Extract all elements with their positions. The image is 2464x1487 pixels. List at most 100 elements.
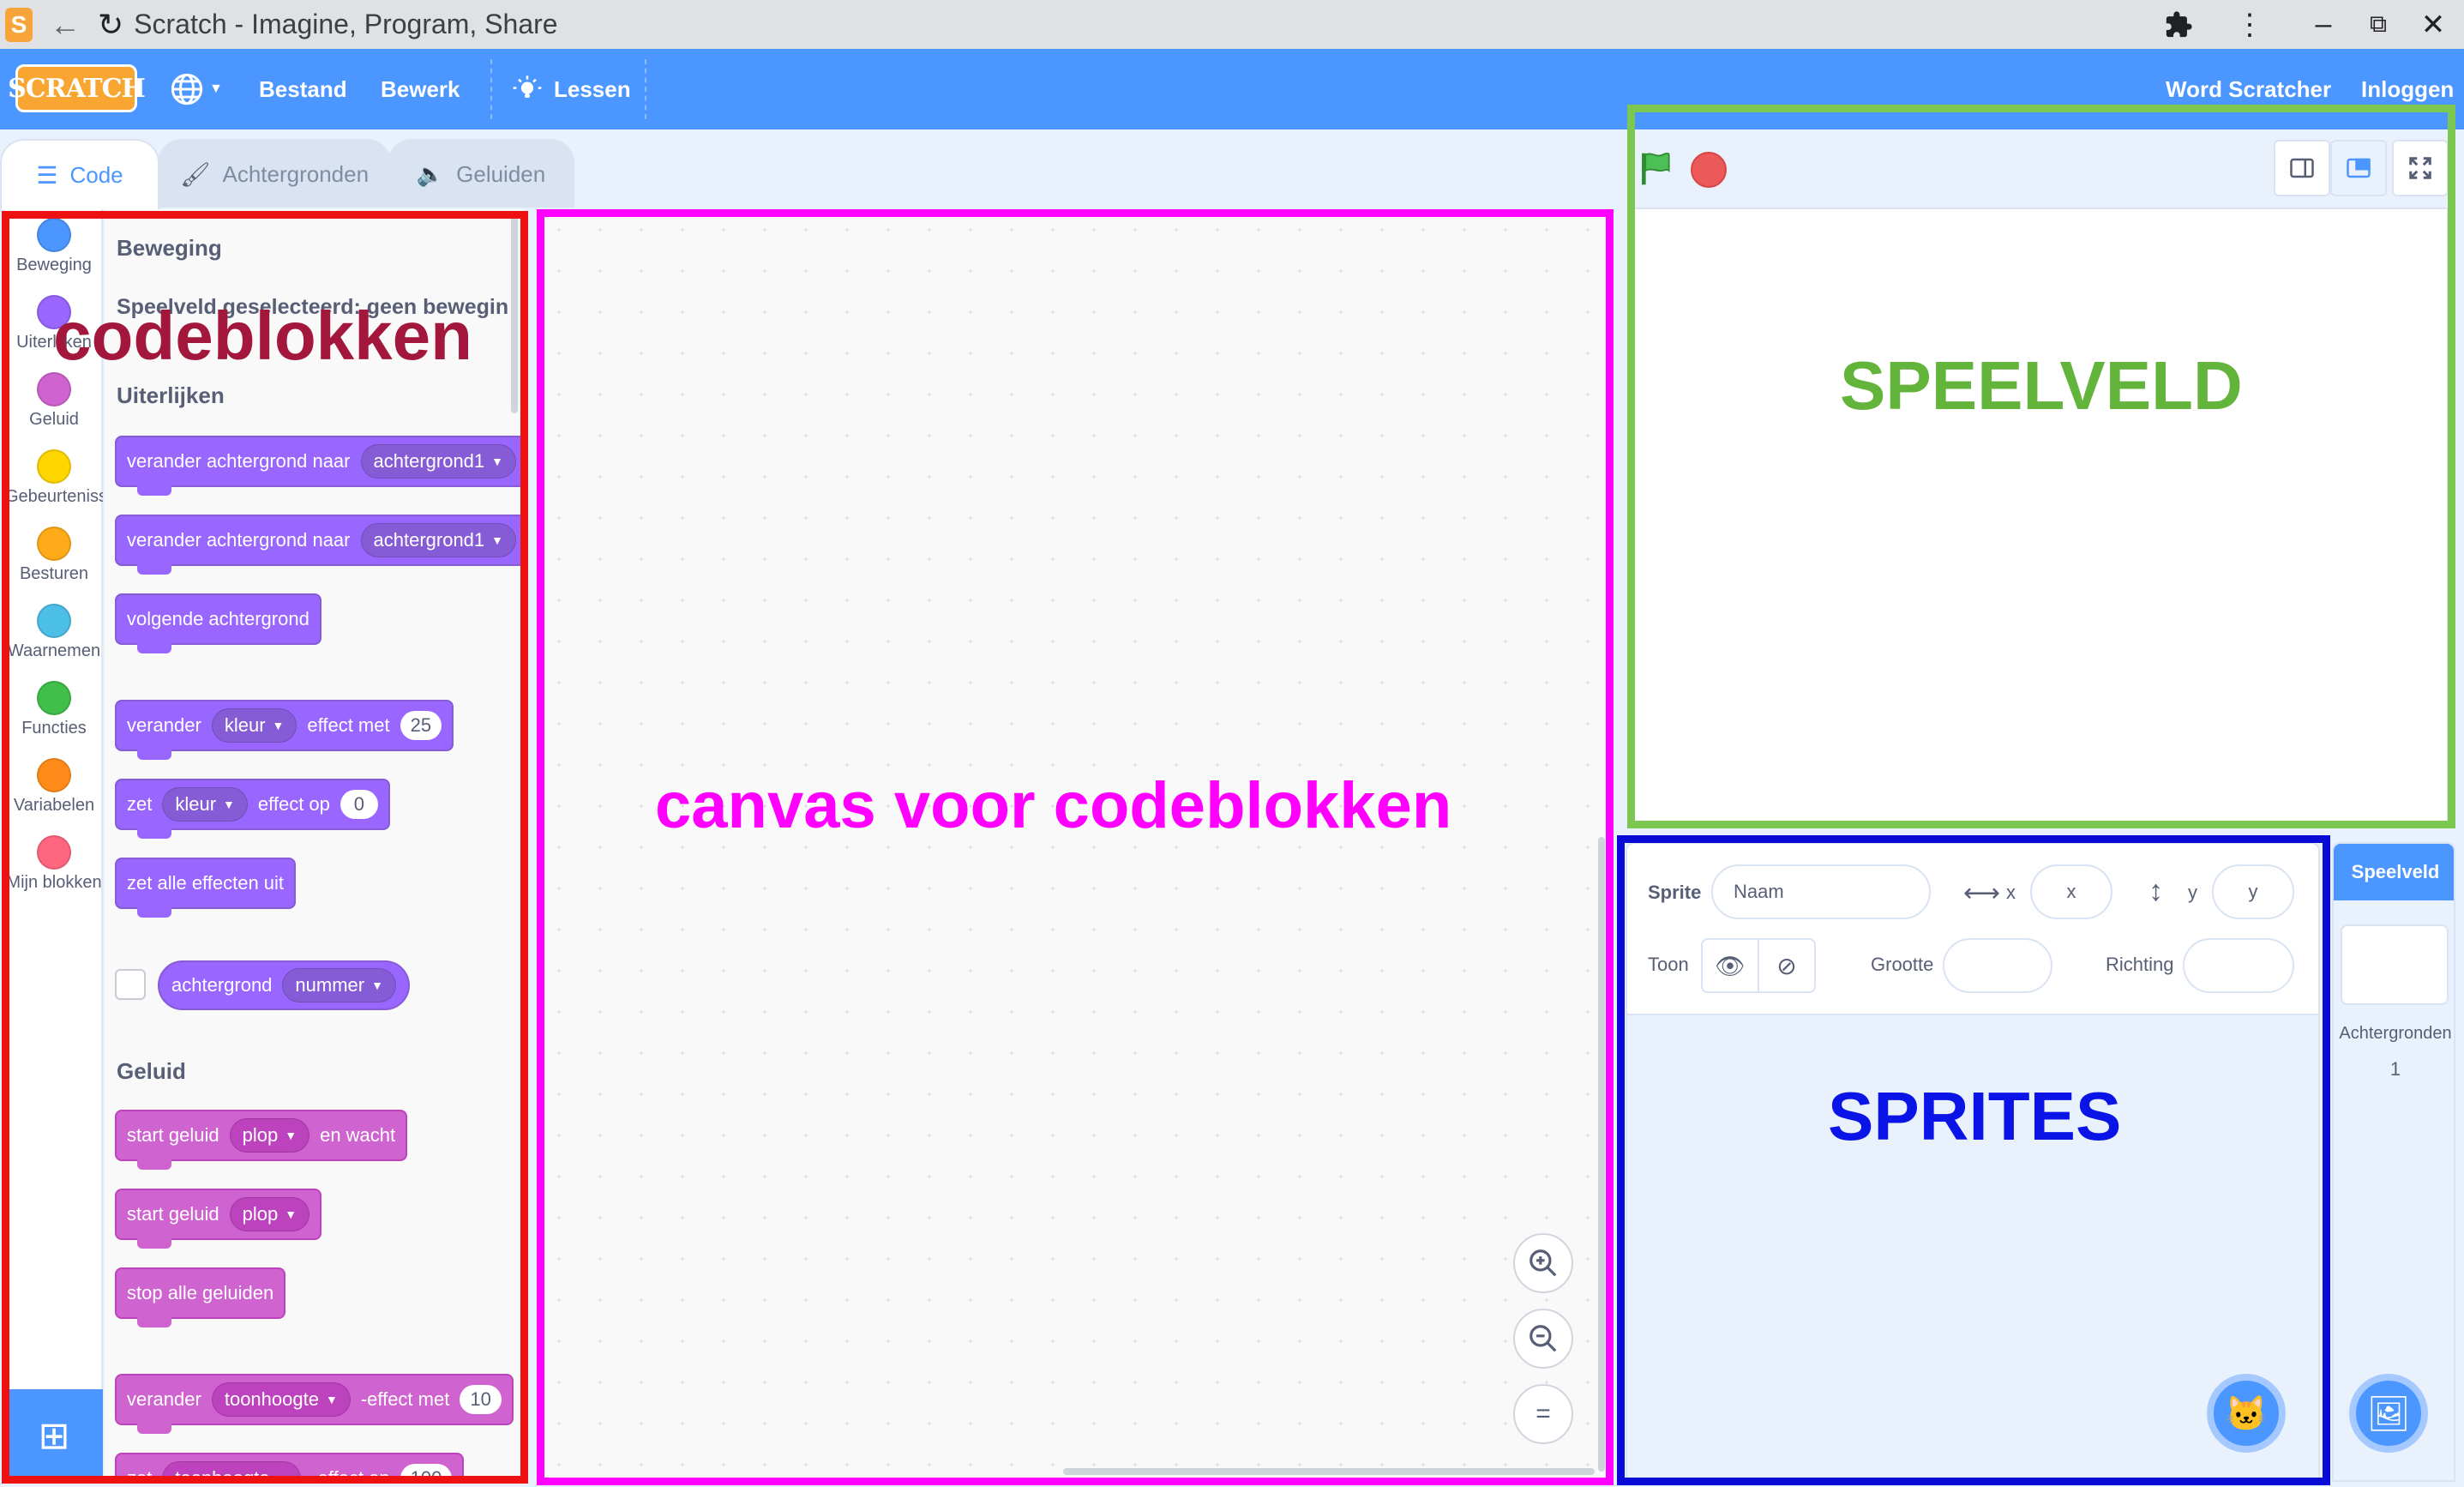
variables-color-dot <box>37 758 71 792</box>
tab-sounds[interactable]: 🔈 Geluiden <box>388 139 574 208</box>
category-sensing[interactable]: Waarnemen <box>5 604 103 661</box>
sign-in-link[interactable]: Inloggen <box>2361 49 2454 129</box>
block-backdrop-number-reporter[interactable]: achtergrond nummer ▼ <box>158 960 410 1010</box>
direction-label: Richting <box>2106 954 2174 975</box>
block-set-pitch-effect[interactable]: zet toonhoogte ▼ -effect op 100 <box>115 1453 465 1482</box>
zoom-in-button[interactable] <box>1513 1233 1573 1293</box>
scratch-favicon-icon: S <box>5 7 33 42</box>
sprite-label: Sprite <box>1648 882 1702 903</box>
block-text: verander <box>127 1388 201 1410</box>
block-text: verander achtergrond naar <box>127 529 351 551</box>
block-text: zet <box>127 1467 153 1482</box>
scratch-logo[interactable]: SCRATCH <box>8 64 146 112</box>
palette-scrollbar[interactable] <box>511 214 518 413</box>
effect-dropdown[interactable]: kleur ▼ <box>211 708 297 743</box>
category-events[interactable]: Gebeurtenissen <box>5 449 103 507</box>
normal-stage-button[interactable] <box>2330 140 2387 196</box>
back-arrow-icon[interactable]: ← <box>50 7 81 43</box>
reporter-checkbox[interactable] <box>115 969 146 1000</box>
category-label: Gebeurtenissen <box>5 487 103 506</box>
category-control[interactable]: Besturen <box>5 527 103 584</box>
tab-code[interactable]: ☰ Code <box>0 139 159 209</box>
stop-icon[interactable] <box>1691 152 1727 188</box>
number-input[interactable]: 0 <box>340 790 378 819</box>
hide-sprite-button[interactable]: ⊘ <box>1758 938 1816 993</box>
edit-menu[interactable]: Bewerk <box>381 49 460 129</box>
choose-sprite-button[interactable]: 🐱 <box>2207 1374 2286 1453</box>
tutorials-label: Lessen <box>554 75 631 102</box>
block-change-effect[interactable]: verander kleur ▼ effect met 25 <box>115 700 454 760</box>
language-menu[interactable]: ▼ <box>170 49 223 129</box>
block-text: achtergrond <box>171 974 273 996</box>
join-scratch-link[interactable]: Word Scratcher <box>2166 49 2331 129</box>
y-position-field[interactable]: y <box>2212 864 2294 919</box>
category-my-blocks[interactable]: Mijn blokken <box>5 835 103 893</box>
sound-color-dot <box>37 372 71 406</box>
sound-dropdown[interactable]: plop ▼ <box>229 1197 310 1231</box>
backdrop-dropdown[interactable]: achtergrond1 ▼ <box>360 444 517 479</box>
block-set-effect[interactable]: zet kleur ▼ effect op 0 <box>115 779 390 839</box>
effect-dropdown[interactable]: kleur ▼ <box>162 787 248 822</box>
small-stage-button[interactable] <box>2274 140 2330 196</box>
zoom-out-button[interactable] <box>1513 1309 1573 1369</box>
sensing-color-dot <box>37 604 71 638</box>
name-placeholder: Naam <box>1734 881 1784 902</box>
reload-icon[interactable]: ↻ <box>98 7 123 43</box>
events-color-dot <box>37 449 71 484</box>
block-play-sound-until-done[interactable]: start geluid plop ▼ en wacht <box>115 1110 408 1170</box>
vertical-arrows-icon: ↕ <box>2148 875 2163 907</box>
sound-dropdown[interactable]: plop ▼ <box>229 1118 310 1153</box>
dropdown-value: achtergrond1 <box>373 529 485 551</box>
browser-menu-icon[interactable]: ⋮ <box>2233 0 2267 49</box>
block-text: stop alle geluiden <box>127 1282 274 1303</box>
block-start-sound[interactable]: start geluid plop ▼ <box>115 1189 322 1249</box>
number-input[interactable]: 100 <box>400 1464 453 1482</box>
add-extension-icon: ⊞ <box>38 1414 70 1457</box>
canvas-horizontal-scrollbar[interactable] <box>1063 1468 1595 1475</box>
control-color-dot <box>37 527 71 561</box>
close-icon[interactable]: ✕ <box>2416 0 2450 49</box>
extensions-puzzle-icon[interactable] <box>2157 0 2200 49</box>
block-stop-all-sounds[interactable]: stop alle geluiden <box>115 1267 286 1327</box>
file-menu[interactable]: Bestand <box>259 49 347 129</box>
category-variables[interactable]: Variabelen <box>5 758 103 816</box>
backdrops-count: 1 <box>2389 1058 2401 1080</box>
sound-effect-dropdown[interactable]: toonhoogte ▼ <box>211 1382 351 1417</box>
add-extension-button[interactable]: ⊞ <box>5 1389 103 1482</box>
fullscreen-button[interactable] <box>2392 140 2449 196</box>
category-sound[interactable]: Geluid <box>5 372 103 430</box>
direction-field[interactable] <box>2183 938 2294 993</box>
number-input[interactable]: 10 <box>460 1385 502 1414</box>
code-canvas[interactable] <box>538 209 1610 1482</box>
block-change-pitch-effect[interactable]: verander toonhoogte ▼ -effect met 10 <box>115 1374 514 1434</box>
category-motion[interactable]: Beweging <box>5 218 103 275</box>
stage-selector[interactable]: Speelveld Achtergronden 1 🖼 <box>2332 842 2455 1482</box>
dropdown-value: toonhoogte <box>224 1388 319 1410</box>
minimize-icon[interactable]: – <box>2306 0 2341 49</box>
category-operators[interactable]: Functies <box>5 681 103 738</box>
tutorials-menu[interactable]: Lessen <box>513 49 631 129</box>
restore-icon[interactable]: ⧉ <box>2361 0 2395 49</box>
image-plus-icon: 🖼 <box>2366 1394 2411 1433</box>
canvas-vertical-scrollbar[interactable] <box>1598 837 1605 1472</box>
number-input[interactable]: 25 <box>400 711 442 740</box>
block-next-backdrop[interactable]: volgende achtergrond <box>115 593 322 653</box>
block-switch-backdrop-and-wait[interactable]: verander achtergrond naar achtergrond1 ▼ <box>115 515 525 575</box>
x-position-field[interactable]: x <box>2030 864 2112 919</box>
dropdown-value: kleur <box>224 714 266 736</box>
choose-backdrop-button[interactable]: 🖼 <box>2349 1374 2428 1453</box>
number-name-dropdown[interactable]: nummer ▼ <box>282 968 396 1002</box>
block-clear-effects[interactable]: zet alle effecten uit <box>115 858 297 918</box>
size-field[interactable] <box>1943 938 2052 993</box>
show-sprite-button[interactable]: 👁 <box>1701 938 1759 993</box>
backdrop-dropdown[interactable]: achtergrond1 ▼ <box>360 523 517 557</box>
green-flag-icon[interactable] <box>1638 150 1675 196</box>
sprite-name-field[interactable]: Naam <box>1711 864 1931 919</box>
block-switch-backdrop[interactable]: verander achtergrond naar achtergrond1 ▼ <box>115 436 525 496</box>
palette-heading-motion: Beweging <box>117 235 222 261</box>
tab-backdrops[interactable]: 🖌 Achtergronden <box>158 139 391 208</box>
sound-effect-dropdown[interactable]: toonhoogte ▼ <box>162 1461 302 1482</box>
dropdown-value: kleur <box>175 793 217 815</box>
zoom-reset-button[interactable]: = <box>1513 1384 1573 1444</box>
stage-canvas[interactable] <box>1632 208 2449 823</box>
